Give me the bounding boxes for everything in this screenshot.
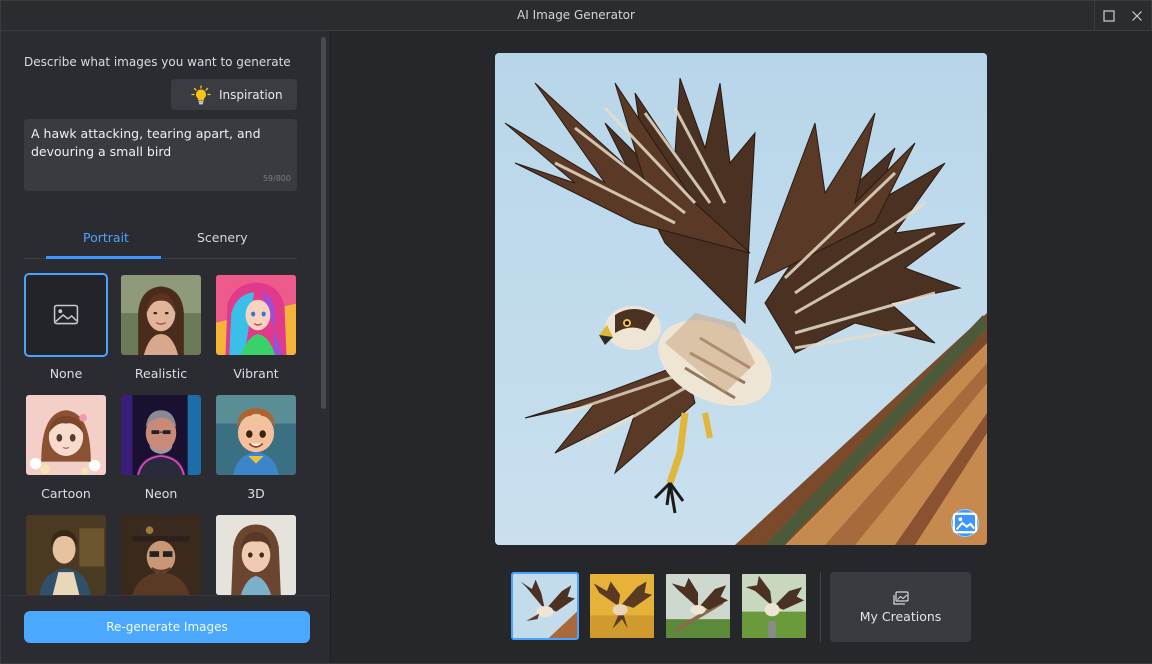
style-option-neon[interactable]: Neon: [119, 393, 203, 501]
style-thumb-cartoon: [24, 393, 108, 477]
maximize-button[interactable]: [1095, 1, 1123, 31]
maximize-icon: [1103, 10, 1115, 22]
tab-scenery[interactable]: Scenery: [197, 230, 248, 245]
result-thumbnail[interactable]: [588, 572, 656, 640]
result-thumbnail[interactable]: [740, 572, 808, 640]
image-badge-icon: [952, 512, 978, 534]
style-thumb-neon: [119, 393, 203, 477]
result-thumbnail[interactable]: [664, 572, 732, 640]
style-thumb-none: [24, 273, 108, 357]
style-label: Realistic: [134, 366, 188, 381]
style-label: 3D: [247, 486, 265, 501]
my-creations-label: My Creations: [859, 608, 942, 624]
tab-portrait[interactable]: Portrait: [83, 230, 129, 245]
lightbulb-icon: [191, 84, 211, 104]
image-badge-button[interactable]: [951, 509, 979, 537]
active-tab-indicator: [46, 256, 161, 259]
style-thumb-photo-girl: [214, 513, 298, 597]
style-label: Vibrant: [233, 366, 279, 381]
app-window: AI Image Generator Describe what images …: [0, 0, 1152, 664]
my-creations-button[interactable]: My Creations: [830, 572, 971, 642]
hawk-image: [495, 53, 987, 545]
style-option-cartoon[interactable]: Cartoon: [24, 393, 108, 501]
close-button[interactable]: [1123, 1, 1151, 31]
inspiration-button[interactable]: Inspiration: [171, 79, 297, 110]
thumbnails-divider: [820, 572, 821, 642]
style-option-classic-painting[interactable]: [24, 513, 108, 597]
left-panel-footer: Re-generate Images: [1, 595, 330, 663]
left-panel: Describe what images you want to generat…: [1, 31, 331, 663]
style-thumb-steampunk: [119, 513, 203, 597]
style-option-realistic[interactable]: Realistic: [119, 273, 203, 381]
style-thumb-realistic: [119, 273, 203, 357]
result-thumbnail[interactable]: [511, 572, 579, 640]
style-thumb-vibrant: [214, 273, 298, 357]
style-option-3d[interactable]: 3D: [214, 393, 298, 501]
close-icon: [1132, 11, 1142, 21]
window-title: AI Image Generator: [517, 8, 635, 22]
main-preview-area: My Creations: [332, 31, 1152, 663]
style-tabs: Portrait Scenery: [24, 221, 297, 259]
style-option-steampunk[interactable]: [119, 513, 203, 597]
style-label: Cartoon: [41, 486, 91, 501]
prompt-char-counter: 59/800: [262, 174, 291, 183]
image-placeholder-icon: [53, 304, 79, 325]
prompt-text: A hawk attacking, tearing apart, and dev…: [31, 126, 261, 159]
style-thumb-3d: [214, 393, 298, 477]
style-option-photo-girl[interactable]: [214, 513, 298, 597]
gallery-icon: [892, 590, 909, 605]
inspiration-label: Inspiration: [219, 87, 283, 102]
style-option-none[interactable]: None: [24, 273, 108, 381]
title-bar: AI Image Generator: [1, 1, 1151, 31]
describe-label: Describe what images you want to generat…: [24, 55, 291, 69]
left-panel-scrollbar[interactable]: [321, 37, 326, 409]
window-controls: [1094, 1, 1151, 31]
prompt-textarea[interactable]: A hawk attacking, tearing apart, and dev…: [24, 119, 297, 191]
generated-image-preview[interactable]: [495, 53, 987, 545]
regenerate-images-button[interactable]: Re-generate Images: [24, 611, 310, 643]
style-thumb-classic-painting: [24, 513, 108, 597]
style-label: None: [49, 366, 83, 381]
style-label: Neon: [144, 486, 178, 501]
style-option-vibrant[interactable]: Vibrant: [214, 273, 298, 381]
